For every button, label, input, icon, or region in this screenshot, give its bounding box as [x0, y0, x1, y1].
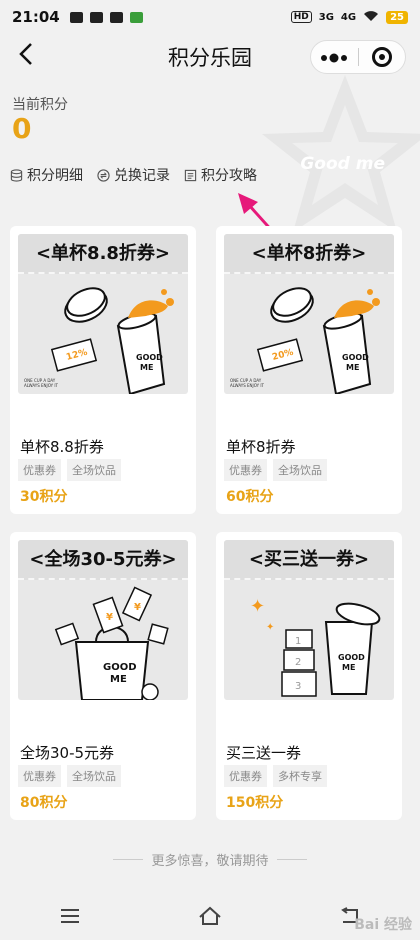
notification-icon — [69, 11, 83, 23]
reward-banner: <全场30-5元券> — [18, 540, 188, 580]
divider-line — [276, 859, 307, 860]
close-miniprogram-button[interactable] — [358, 47, 405, 67]
reward-banner: <单杯8折券> — [224, 234, 394, 274]
stack-number: 3 — [295, 681, 301, 692]
tag: 优惠券 — [224, 459, 267, 481]
reward-caption: ONE CUP A DAY ALWAYS ENJOY IT — [230, 378, 264, 388]
svg-text:✦: ✦ — [250, 596, 265, 617]
reward-card[interactable]: <单杯8.8折券> 12% GOOD ME ONE CUP A DAY ALWA… — [10, 226, 196, 514]
header: 积分乐园 — [0, 34, 420, 80]
tag: 优惠券 — [224, 765, 267, 787]
points-value: 0 — [12, 112, 32, 145]
coffee-cup-illustration: 20% GOOD ME — [256, 287, 380, 394]
document-icon — [184, 169, 197, 181]
bag-brand-line-1: GOOD — [103, 662, 137, 673]
lock-icon — [89, 11, 103, 23]
more-surprises: 更多惊喜，敬请期待 — [0, 850, 420, 869]
status-right-icons: HD 3G 4G 25 — [290, 10, 408, 25]
reward-card[interactable]: <单杯8折券> 20% GOOD ME ONE CUP A DAY ALWAYS… — [216, 226, 402, 514]
points-label: 当前积分 — [12, 97, 68, 113]
reward-price: 80积分 — [20, 795, 68, 811]
tag: 全场饮品 — [67, 459, 121, 481]
menu-button[interactable] — [40, 896, 100, 936]
status-bar: 21:04 HD 3G 4G 25 — [0, 0, 420, 34]
mail-icon — [109, 11, 123, 23]
target-icon — [371, 47, 392, 67]
database-icon — [10, 168, 23, 182]
reward-caption: ONE CUP A DAY ALWAYS ENJOY IT — [24, 378, 58, 388]
cup-brand-line-1: GOOD — [338, 653, 365, 662]
coffee-cup-illustration: 12% GOOD ME — [50, 287, 174, 394]
svg-text:¥: ¥ — [106, 612, 113, 623]
brand-watermark: Good me — [300, 154, 385, 174]
tag: 优惠券 — [18, 765, 61, 787]
reward-banner: <单杯8.8折券> — [18, 234, 188, 274]
reward-banner: <买三送一券> — [224, 540, 394, 580]
tag: 多杯专享 — [273, 765, 327, 787]
menu-icon — [61, 909, 79, 923]
cup-stack-illustration: ✦ ✦ 1 2 3 GOOD ME — [250, 596, 381, 697]
reward-card[interactable]: <全场30-5元券> ¥ ¥ GOOD ME 全场30-5元券 优惠券 全场饮品… — [10, 532, 196, 820]
shopping-bag-illustration: ¥ ¥ GOOD ME — [54, 586, 169, 700]
app-icon — [129, 11, 143, 23]
reward-tags: 优惠券 多杯专享 — [224, 765, 327, 787]
reward-name: 单杯8折券 — [226, 438, 296, 456]
caption-line-2: ALWAYS ENJOY IT — [24, 383, 58, 388]
cup-brand-line-2: ME — [342, 663, 355, 672]
reward-price: 150积分 — [226, 795, 284, 811]
tag: 全场饮品 — [67, 765, 121, 787]
reward-image: <全场30-5元券> ¥ ¥ GOOD ME — [18, 540, 188, 700]
stack-number: 2 — [295, 657, 301, 668]
wifi-icon — [363, 10, 379, 25]
points-guide-link[interactable]: 积分攻略 — [184, 165, 257, 185]
hd-badge: HD — [290, 11, 312, 23]
watermark: Bai 经验 — [354, 917, 412, 933]
points-guide-label: 积分攻略 — [201, 168, 257, 184]
cup-brand-line-1: GOOD — [342, 353, 369, 362]
points-nav: 积分明细 兑换记录 积分攻略 — [10, 165, 257, 185]
reward-tags: 优惠券 全场饮品 — [224, 459, 327, 481]
caption-line-2: ALWAYS ENJOY IT — [230, 383, 264, 388]
home-button[interactable] — [180, 896, 240, 936]
tag: 全场饮品 — [273, 459, 327, 481]
svg-text:✦: ✦ — [266, 622, 274, 633]
status-time: 21:04 — [12, 8, 60, 26]
status-left-icons — [69, 11, 143, 23]
reward-card[interactable]: <买三送一券> ✦ ✦ 1 2 3 GOOD ME 买三送一券 优惠券 多杯专享… — [216, 532, 402, 820]
reward-tags: 优惠券 全场饮品 — [18, 459, 121, 481]
points-detail-link[interactable]: 积分明细 — [10, 165, 83, 185]
network-4g: 4G — [340, 11, 357, 23]
cup-brand-line-2: ME — [140, 363, 153, 372]
more-surprises-label: 更多惊喜，敬请期待 — [151, 854, 269, 869]
bag-brand-line-2: ME — [110, 674, 127, 685]
reward-tags: 优惠券 全场饮品 — [18, 765, 121, 787]
reward-price: 30积分 — [20, 489, 68, 505]
reward-name: 买三送一券 — [226, 744, 302, 762]
reward-name: 单杯8.8折券 — [20, 438, 104, 456]
exchange-icon — [97, 168, 110, 182]
more-dots-icon — [321, 53, 348, 63]
tag: 优惠券 — [18, 459, 61, 481]
cup-brand-line-2: ME — [346, 363, 359, 372]
home-icon — [199, 906, 221, 925]
battery-indicator: 25 — [386, 10, 408, 24]
reward-image: <单杯8.8折券> 12% GOOD ME ONE CUP A DAY ALWA… — [18, 234, 188, 394]
reward-price: 60积分 — [226, 489, 274, 505]
exchange-record-label: 兑换记录 — [114, 168, 170, 184]
svg-text:¥: ¥ — [134, 602, 141, 613]
reward-image: <买三送一券> ✦ ✦ 1 2 3 GOOD ME — [224, 540, 394, 700]
divider-line — [113, 859, 144, 860]
stack-number: 1 — [295, 636, 301, 647]
points-detail-label: 积分明细 — [27, 168, 83, 184]
rewards-grid: <单杯8.8折券> 12% GOOD ME ONE CUP A DAY ALWA… — [0, 226, 420, 866]
miniprogram-capsule — [310, 40, 406, 74]
reward-name: 全场30-5元券 — [20, 744, 115, 762]
cup-brand-line-1: GOOD — [136, 353, 163, 362]
reward-image: <单杯8折券> 20% GOOD ME ONE CUP A DAY ALWAYS… — [224, 234, 394, 394]
more-button[interactable] — [311, 42, 358, 72]
exchange-record-link[interactable]: 兑换记录 — [97, 165, 170, 185]
network-3g: 3G — [318, 11, 334, 23]
